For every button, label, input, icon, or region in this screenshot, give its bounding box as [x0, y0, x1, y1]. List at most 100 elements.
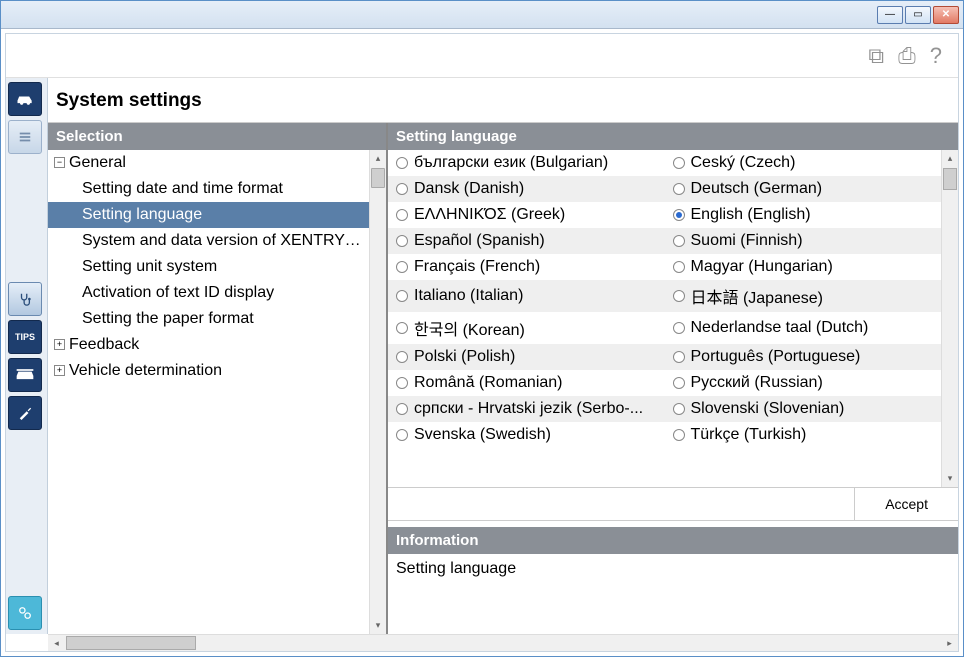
left-sidebar: TIPS [6, 78, 48, 634]
language-option[interactable]: Suomi (Finnish) [665, 228, 942, 254]
language-label: English (English) [691, 206, 811, 224]
language-option[interactable]: Türkçe (Turkish) [665, 422, 942, 448]
sidebar-vehicle2-button[interactable] [8, 358, 42, 392]
information-header: Information [388, 527, 958, 554]
language-option[interactable]: 한국의 (Korean) [388, 312, 665, 344]
help-icon[interactable]: ? [930, 43, 942, 69]
language-pane: Setting language български език (Bulgari… [388, 123, 958, 634]
car-icon [15, 92, 35, 106]
settings-tree: −GeneralSetting date and time formatSett… [48, 150, 386, 634]
language-option[interactable]: Français (French) [388, 254, 665, 280]
scroll-thumb[interactable] [943, 168, 957, 190]
language-option[interactable]: Nederlandse taal (Dutch) [665, 312, 942, 344]
scroll-thumb[interactable] [66, 636, 196, 650]
radio-icon [673, 235, 685, 247]
tree-group-vehicle-determination[interactable]: + Vehicle determination [48, 358, 369, 384]
tree-item-general-0[interactable]: Setting date and time format [48, 176, 369, 202]
radio-icon [396, 322, 408, 334]
language-option[interactable]: Polski (Polish) [388, 344, 665, 370]
scroll-thumb[interactable] [371, 168, 385, 188]
radio-icon [673, 183, 685, 195]
language-option[interactable]: српски - Hrvatski jezik (Serbo-... [388, 396, 665, 422]
tree-item-general-2[interactable]: System and data version of XENTRY displa… [48, 228, 369, 254]
tree-label: Vehicle determination [69, 362, 222, 379]
radio-icon [396, 209, 408, 221]
language-label: Magyar (Hungarian) [691, 258, 833, 276]
tree-label: General [69, 154, 126, 171]
sidebar-tool-button[interactable] [8, 396, 42, 430]
radio-icon [396, 157, 408, 169]
language-option[interactable]: Dansk (Danish) [388, 176, 665, 202]
sidebar-list-button[interactable] [8, 120, 42, 154]
sidebar-vehicle-button[interactable] [8, 82, 42, 116]
minimize-button[interactable]: — [877, 6, 903, 24]
scroll-up-button[interactable]: ▴ [942, 150, 958, 167]
language-label: 한국의 (Korean) [414, 316, 525, 340]
radio-icon [396, 377, 408, 389]
language-option[interactable]: 日本語 (Japanese) [665, 280, 942, 312]
tree-group-feedback[interactable]: + Feedback [48, 332, 369, 358]
accept-button[interactable]: Accept [854, 488, 958, 520]
page-title: System settings [48, 78, 958, 122]
collapse-icon[interactable]: − [54, 157, 65, 168]
language-option[interactable]: български език (Bulgarian) [388, 150, 665, 176]
tree-item-general-5[interactable]: Setting the paper format [48, 306, 369, 332]
tree-item-general-4[interactable]: Activation of text ID display [48, 280, 369, 306]
radio-icon [673, 157, 685, 169]
language-label: Svenska (Swedish) [414, 426, 551, 444]
sidebar-tips-button[interactable]: TIPS [8, 320, 42, 354]
radio-icon [673, 290, 685, 302]
tree-group-general[interactable]: −General [48, 150, 369, 176]
sidebar-diagnostics-button[interactable] [8, 282, 42, 316]
language-option[interactable]: Română (Romanian) [388, 370, 665, 396]
scroll-up-button[interactable]: ▴ [370, 150, 386, 167]
radio-icon [396, 235, 408, 247]
expand-icon[interactable]: + [54, 339, 65, 350]
language-label: 日本語 (Japanese) [691, 284, 824, 308]
language-label: български език (Bulgarian) [414, 154, 608, 172]
language-option[interactable]: Italiano (Italian) [388, 280, 665, 312]
horizontal-scrollbar[interactable]: ◂ ▸ [48, 634, 958, 651]
radio-icon [396, 261, 408, 273]
language-option[interactable]: Svenska (Swedish) [388, 422, 665, 448]
radio-icon [673, 403, 685, 415]
copy-icon[interactable]: ⧉ [868, 43, 884, 69]
sidebar-settings-button[interactable] [8, 596, 42, 630]
stethoscope-icon [15, 292, 35, 306]
language-option[interactable]: Русский (Russian) [665, 370, 942, 396]
language-option[interactable]: English (English) [665, 202, 942, 228]
tree-item-general-3[interactable]: Setting unit system [48, 254, 369, 280]
expand-icon[interactable]: + [54, 365, 65, 376]
language-option[interactable]: Ceský (Czech) [665, 150, 942, 176]
language-option[interactable]: Slovenski (Slovenian) [665, 396, 942, 422]
language-option[interactable]: Português (Portuguese) [665, 344, 942, 370]
scroll-left-button[interactable]: ◂ [48, 635, 65, 651]
language-grid: български език (Bulgarian) Ceský (Czech) D… [388, 150, 958, 448]
scroll-down-button[interactable]: ▾ [942, 470, 958, 487]
language-label: Türkçe (Turkish) [691, 426, 807, 444]
tree-item-general-1[interactable]: Setting language [48, 202, 369, 228]
language-label: Suomi (Finnish) [691, 232, 803, 250]
maximize-button[interactable]: ▭ [905, 6, 931, 24]
information-body: Setting language [388, 554, 958, 634]
radio-icon [673, 377, 685, 389]
language-label: Dansk (Danish) [414, 180, 524, 198]
tree-scrollbar[interactable]: ▴ ▾ [369, 150, 386, 634]
radio-icon [396, 290, 408, 302]
language-option[interactable]: Magyar (Hungarian) [665, 254, 942, 280]
print-icon[interactable]: ⎙ [898, 43, 916, 69]
language-label: Deutsch (German) [691, 180, 823, 198]
scroll-right-button[interactable]: ▸ [941, 635, 958, 651]
language-label: Español (Spanish) [414, 232, 545, 250]
close-button[interactable]: ✕ [933, 6, 959, 24]
language-option[interactable]: Deutsch (German) [665, 176, 942, 202]
scroll-down-button[interactable]: ▾ [370, 617, 386, 634]
language-label: Italiano (Italian) [414, 287, 523, 305]
language-scrollbar[interactable]: ▴ ▾ [941, 150, 958, 487]
language-option[interactable]: Español (Spanish) [388, 228, 665, 254]
selection-header: Selection [48, 123, 386, 150]
language-option[interactable]: ΕΛΛΗΝΙΚΌΣ (Greek) [388, 202, 665, 228]
radio-icon [673, 429, 685, 441]
tree-label: Feedback [69, 336, 139, 353]
titlebar: — ▭ ✕ [1, 1, 963, 29]
